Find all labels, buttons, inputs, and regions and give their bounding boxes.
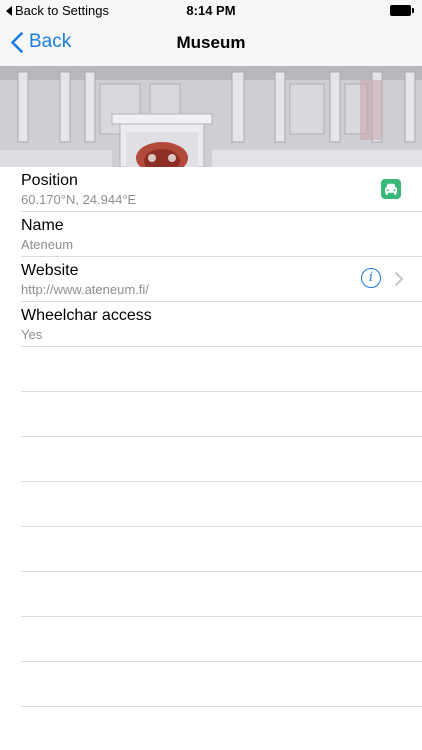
car-glyph	[385, 183, 397, 195]
info-icon[interactable]: i	[361, 268, 381, 288]
position-row[interactable]: Position 60.170°N, 24.944°E	[21, 167, 422, 212]
chevron-right-icon[interactable]	[394, 271, 404, 287]
empty-row	[21, 527, 422, 572]
battery-icon	[390, 5, 414, 16]
wheelchair-value: Yes	[21, 327, 43, 342]
screen: Back to Settings 8:14 PM Back Museum Pos…	[0, 0, 422, 750]
empty-row	[21, 662, 422, 707]
page-title: Museum	[176, 33, 246, 52]
position-value: 60.170°N, 24.944°E	[21, 192, 137, 207]
name-row: Name Ateneum	[21, 212, 422, 257]
empty-row	[21, 617, 422, 662]
empty-row	[21, 347, 422, 392]
detail-list: Position 60.170°N, 24.944°E Name Ateneum…	[0, 167, 422, 750]
status-bar: Back to Settings 8:14 PM	[0, 0, 422, 22]
name-value: Ateneum	[21, 237, 74, 252]
empty-row	[21, 437, 422, 482]
empty-row	[21, 482, 422, 527]
wheelchair-row: Wheelchar access Yes	[21, 302, 422, 347]
website-row[interactable]: Website http://www.ateneum.fi/ i	[21, 257, 422, 302]
wheelchair-label: Wheelchar access	[21, 307, 152, 324]
navigation-bar: Back Museum	[0, 22, 422, 66]
museum-photo	[0, 66, 422, 167]
empty-row	[21, 707, 422, 750]
empty-row	[21, 392, 422, 437]
empty-row	[21, 572, 422, 617]
car-icon[interactable]	[381, 179, 401, 199]
status-time: 8:14 PM	[186, 3, 236, 18]
website-label: Website	[21, 262, 79, 279]
museum-interior-image	[0, 66, 422, 167]
name-label: Name	[21, 217, 64, 234]
website-value: http://www.ateneum.fi/	[21, 282, 149, 297]
position-label: Position	[21, 172, 78, 189]
